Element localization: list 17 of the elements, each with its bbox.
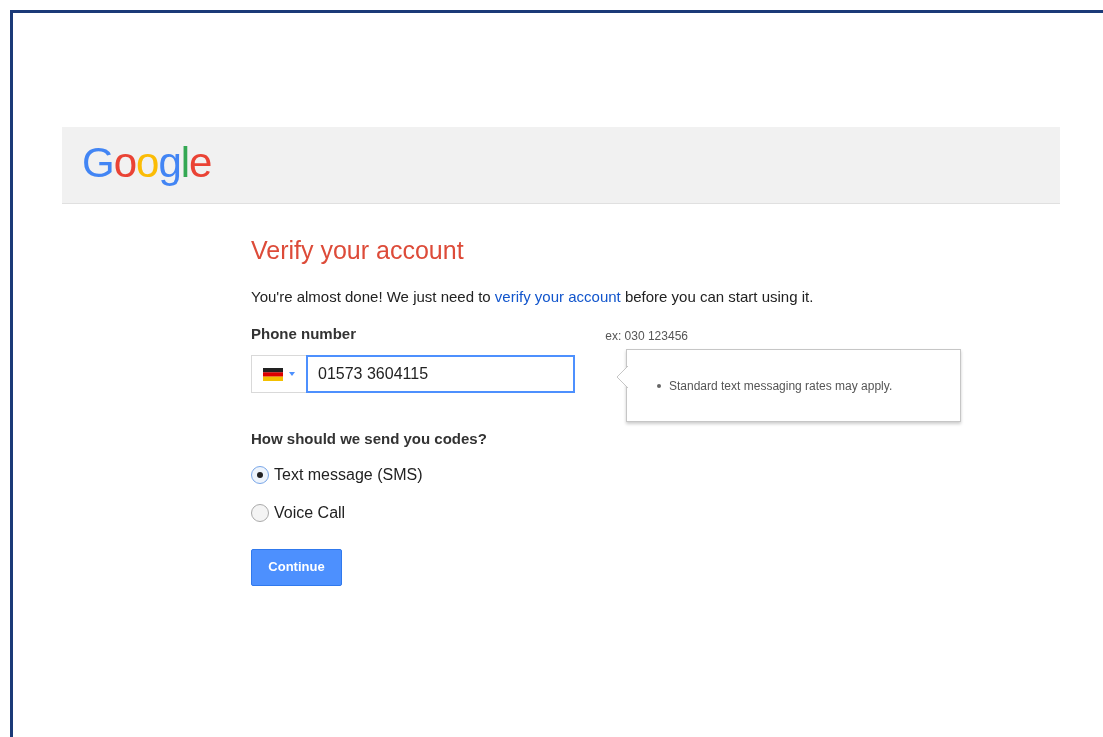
logo: Google — [82, 142, 212, 188]
radio-label[interactable]: Text message (SMS) — [274, 462, 423, 487]
bullet-icon — [657, 383, 661, 388]
country-select[interactable] — [251, 355, 306, 393]
flag-icon — [263, 367, 283, 381]
radio-button[interactable] — [251, 465, 269, 484]
tooltip-text: Standard text messaging rates may apply. — [669, 377, 893, 395]
field-label: Phone number — [251, 323, 356, 344]
verify-link[interactable]: verify your account — [494, 288, 621, 305]
example-hint: ex: 030 123456 — [605, 328, 688, 345]
phone-input[interactable]: 01573 3604115 — [306, 355, 575, 393]
caret-icon — [289, 372, 295, 376]
intro-text: You're almost done! We just need to verify your account before you can start using it. — [251, 287, 815, 307]
question-label: How should we send you codes? — [251, 429, 488, 449]
radio-button[interactable] — [251, 503, 269, 522]
radio-label[interactable]: Voice Call — [274, 500, 346, 525]
page-heading: Verify your account — [251, 235, 465, 266]
